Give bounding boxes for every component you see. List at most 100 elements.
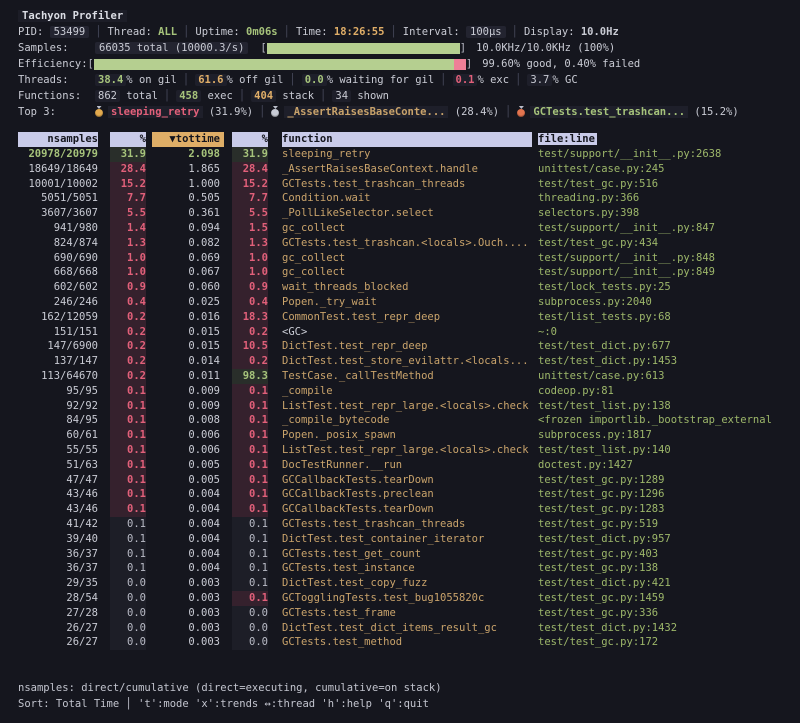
table-row[interactable]: 28/540.00.0030.1GCTogglingTests.test_bug… [18, 591, 800, 606]
thread-stat-value: 61.6 [195, 74, 226, 86]
table-row[interactable]: 55/550.10.0060.1ListTest.test_repr_large… [18, 443, 800, 458]
cell-nsamples: 151/151 [18, 325, 102, 340]
table-row[interactable]: 43/460.10.0040.1GCCallbackTests.preclean… [18, 487, 800, 502]
cell-file-line: codeop.py:81 [532, 384, 800, 399]
footer: nsamples: direct/cumulative (direct=exec… [18, 680, 800, 712]
table-row[interactable]: 26/270.00.0030.0GCTests.test_methodtest/… [18, 635, 800, 650]
table-row[interactable]: 941/9801.40.0941.5gc_collecttest/support… [18, 221, 800, 236]
table-row[interactable]: 147/69000.20.01510.5DictTest.test_repr_d… [18, 339, 800, 354]
cell-cumulative-percent: 0.9 [224, 280, 274, 295]
cell-direct-percent: 0.1 [102, 413, 152, 428]
top3-percent: (31.9%) [203, 106, 254, 118]
thread-stat-suffix: % on gil [126, 74, 177, 86]
cell-direct-percent: 0.1 [102, 517, 152, 532]
cell-cumulative-percent: 0.1 [224, 487, 274, 502]
cell-direct-percent: 28.4 [102, 162, 152, 177]
cell-tottime: 2.098 [152, 147, 224, 162]
status-value: 10.0Hz [581, 26, 619, 38]
cell-file-line: test/test_dict.py:1432 [532, 621, 800, 636]
title-line: Tachyon Profiler [18, 8, 800, 24]
cell-function: GCCallbackTests.tearDown [274, 502, 532, 517]
cell-function: wait_threads_blocked [274, 280, 532, 295]
samples-label: Samples: [18, 42, 95, 54]
column-header-direct-percent[interactable]: % [102, 132, 152, 147]
cell-file-line: test/test_gc.py:1283 [532, 502, 800, 517]
cell-function: ListTest.test_repr_large.<locals>.check [274, 443, 532, 458]
table-row[interactable]: 36/370.10.0040.1GCTests.test_instancetes… [18, 561, 800, 576]
table-row[interactable]: 20978/2097931.92.09831.9sleeping_retryte… [18, 147, 800, 162]
cell-direct-percent: 1.3 [102, 236, 152, 251]
table-row[interactable]: 29/350.00.0030.1DictTest.test_copy_fuzzt… [18, 576, 800, 591]
table-row[interactable]: 27/280.00.0030.0GCTests.test_frametest/t… [18, 606, 800, 621]
table-row[interactable]: 60/610.10.0060.1Popen._posix_spawnsubpro… [18, 428, 800, 443]
table-row[interactable]: 137/1470.20.0140.2DictTest.test_store_ev… [18, 354, 800, 369]
separator: │ [499, 106, 517, 118]
cell-tottime: 0.094 [152, 221, 224, 236]
column-header-tottime-sorted[interactable]: ▼tottime [152, 132, 224, 147]
function-stat-value: 862 [95, 90, 120, 102]
table-row[interactable]: 602/6020.90.0600.9wait_threads_blockedte… [18, 280, 800, 295]
table-row[interactable]: 43/460.10.0040.1GCCallbackTests.tearDown… [18, 502, 800, 517]
table-row[interactable]: 41/420.10.0040.1GCTests.test_trashcan_th… [18, 517, 800, 532]
table-row[interactable]: 51/630.10.0050.1DocTestRunner.__rundocte… [18, 458, 800, 473]
cell-nsamples: 28/54 [18, 591, 102, 606]
table-row[interactable]: 92/920.10.0090.1ListTest.test_repr_large… [18, 399, 800, 414]
cell-function: GCCallbackTests.preclean [274, 487, 532, 502]
cell-file-line: test/support/__init__.py:849 [532, 265, 800, 280]
table-row[interactable]: 690/6901.00.0691.0gc_collecttest/support… [18, 251, 800, 266]
status-label: Display: [524, 26, 581, 38]
threads-label: Threads: [18, 74, 95, 86]
separator: │ [434, 74, 452, 86]
cell-file-line: test/test_gc.py:403 [532, 547, 800, 562]
samples-bar [267, 43, 460, 54]
table-row[interactable]: 3607/36075.50.3615.5_PollLikeSelector.se… [18, 206, 800, 221]
cell-file-line: unittest/case.py:613 [532, 369, 800, 384]
cell-file-line: test/test_list.py:140 [532, 443, 800, 458]
table-row[interactable]: 246/2460.40.0250.4Popen._try_waitsubproc… [18, 295, 800, 310]
separator: │ [506, 26, 524, 38]
table-row[interactable]: 39/400.10.0040.1DictTest.test_container_… [18, 532, 800, 547]
cell-tottime: 0.004 [152, 532, 224, 547]
cell-nsamples: 36/37 [18, 561, 102, 576]
table-row[interactable]: 36/370.10.0040.1GCTests.test_get_countte… [18, 547, 800, 562]
cell-nsamples: 824/874 [18, 236, 102, 251]
cell-cumulative-percent: 1.3 [224, 236, 274, 251]
table-row[interactable]: 18649/1864928.41.86528.4_AssertRaisesBas… [18, 162, 800, 177]
table-row[interactable]: 95/950.10.0090.1_compilecodeop.py:81 [18, 384, 800, 399]
table-row[interactable]: 10001/1000215.21.00015.2GCTests.test_tra… [18, 177, 800, 192]
table-row[interactable]: 668/6681.00.0671.0gc_collecttest/support… [18, 265, 800, 280]
cell-function: GCTests.test_trashcan_threads [274, 177, 532, 192]
table-row[interactable]: 5051/50517.70.5057.7Condition.waitthread… [18, 191, 800, 206]
cell-nsamples: 147/6900 [18, 339, 102, 354]
table-row[interactable]: 47/470.10.0050.1GCCallbackTests.tearDown… [18, 473, 800, 488]
table-row[interactable]: 113/646700.20.01198.3TestCase._callTestM… [18, 369, 800, 384]
column-header-file-line[interactable]: file:line [532, 132, 800, 147]
table-row[interactable]: 84/950.10.0080.1_compile_bytecode<frozen… [18, 413, 800, 428]
cell-nsamples: 113/64670 [18, 369, 102, 384]
status-label: Thread: [108, 26, 159, 38]
cell-cumulative-percent: 0.1 [224, 413, 274, 428]
cell-nsamples: 18649/18649 [18, 162, 102, 177]
cell-direct-percent: 0.2 [102, 310, 152, 325]
table-row[interactable]: 162/120590.20.01618.3CommonTest.test_rep… [18, 310, 800, 325]
samples-line: Samples: 66035 total (10000.3/s) [ ] 10.… [18, 40, 800, 56]
cell-nsamples: 55/55 [18, 443, 102, 458]
profiler-screen[interactable]: Tachyon Profiler PID: 53499│Thread: ALL│… [0, 0, 800, 712]
separator: │ [278, 26, 296, 38]
top3-function-name: _AssertRaisesBaseConte... [284, 106, 448, 118]
efficiency-bar-fail-fill [454, 59, 466, 70]
cell-direct-percent: 0.1 [102, 399, 152, 414]
cell-direct-percent: 0.0 [102, 576, 152, 591]
column-header-cumulative-percent[interactable]: % [224, 132, 274, 147]
cell-file-line: test/test_gc.py:1459 [532, 591, 800, 606]
separator: │ [233, 90, 251, 102]
cell-cumulative-percent: 15.2 [224, 177, 274, 192]
column-header-function[interactable]: function [274, 132, 532, 147]
table-row[interactable]: 824/8741.30.0821.3GCTests.test_trashcan.… [18, 236, 800, 251]
table-row[interactable]: 26/270.00.0030.0DictTest.test_dict_items… [18, 621, 800, 636]
table-row[interactable]: 151/1510.20.0150.2<GC>~:0 [18, 325, 800, 340]
thread-stat-value: 0.0 [302, 74, 327, 86]
column-header-nsamples[interactable]: nsamples [18, 132, 102, 147]
cell-file-line: test/support/__init__.py:847 [532, 221, 800, 236]
cell-direct-percent: 1.4 [102, 221, 152, 236]
